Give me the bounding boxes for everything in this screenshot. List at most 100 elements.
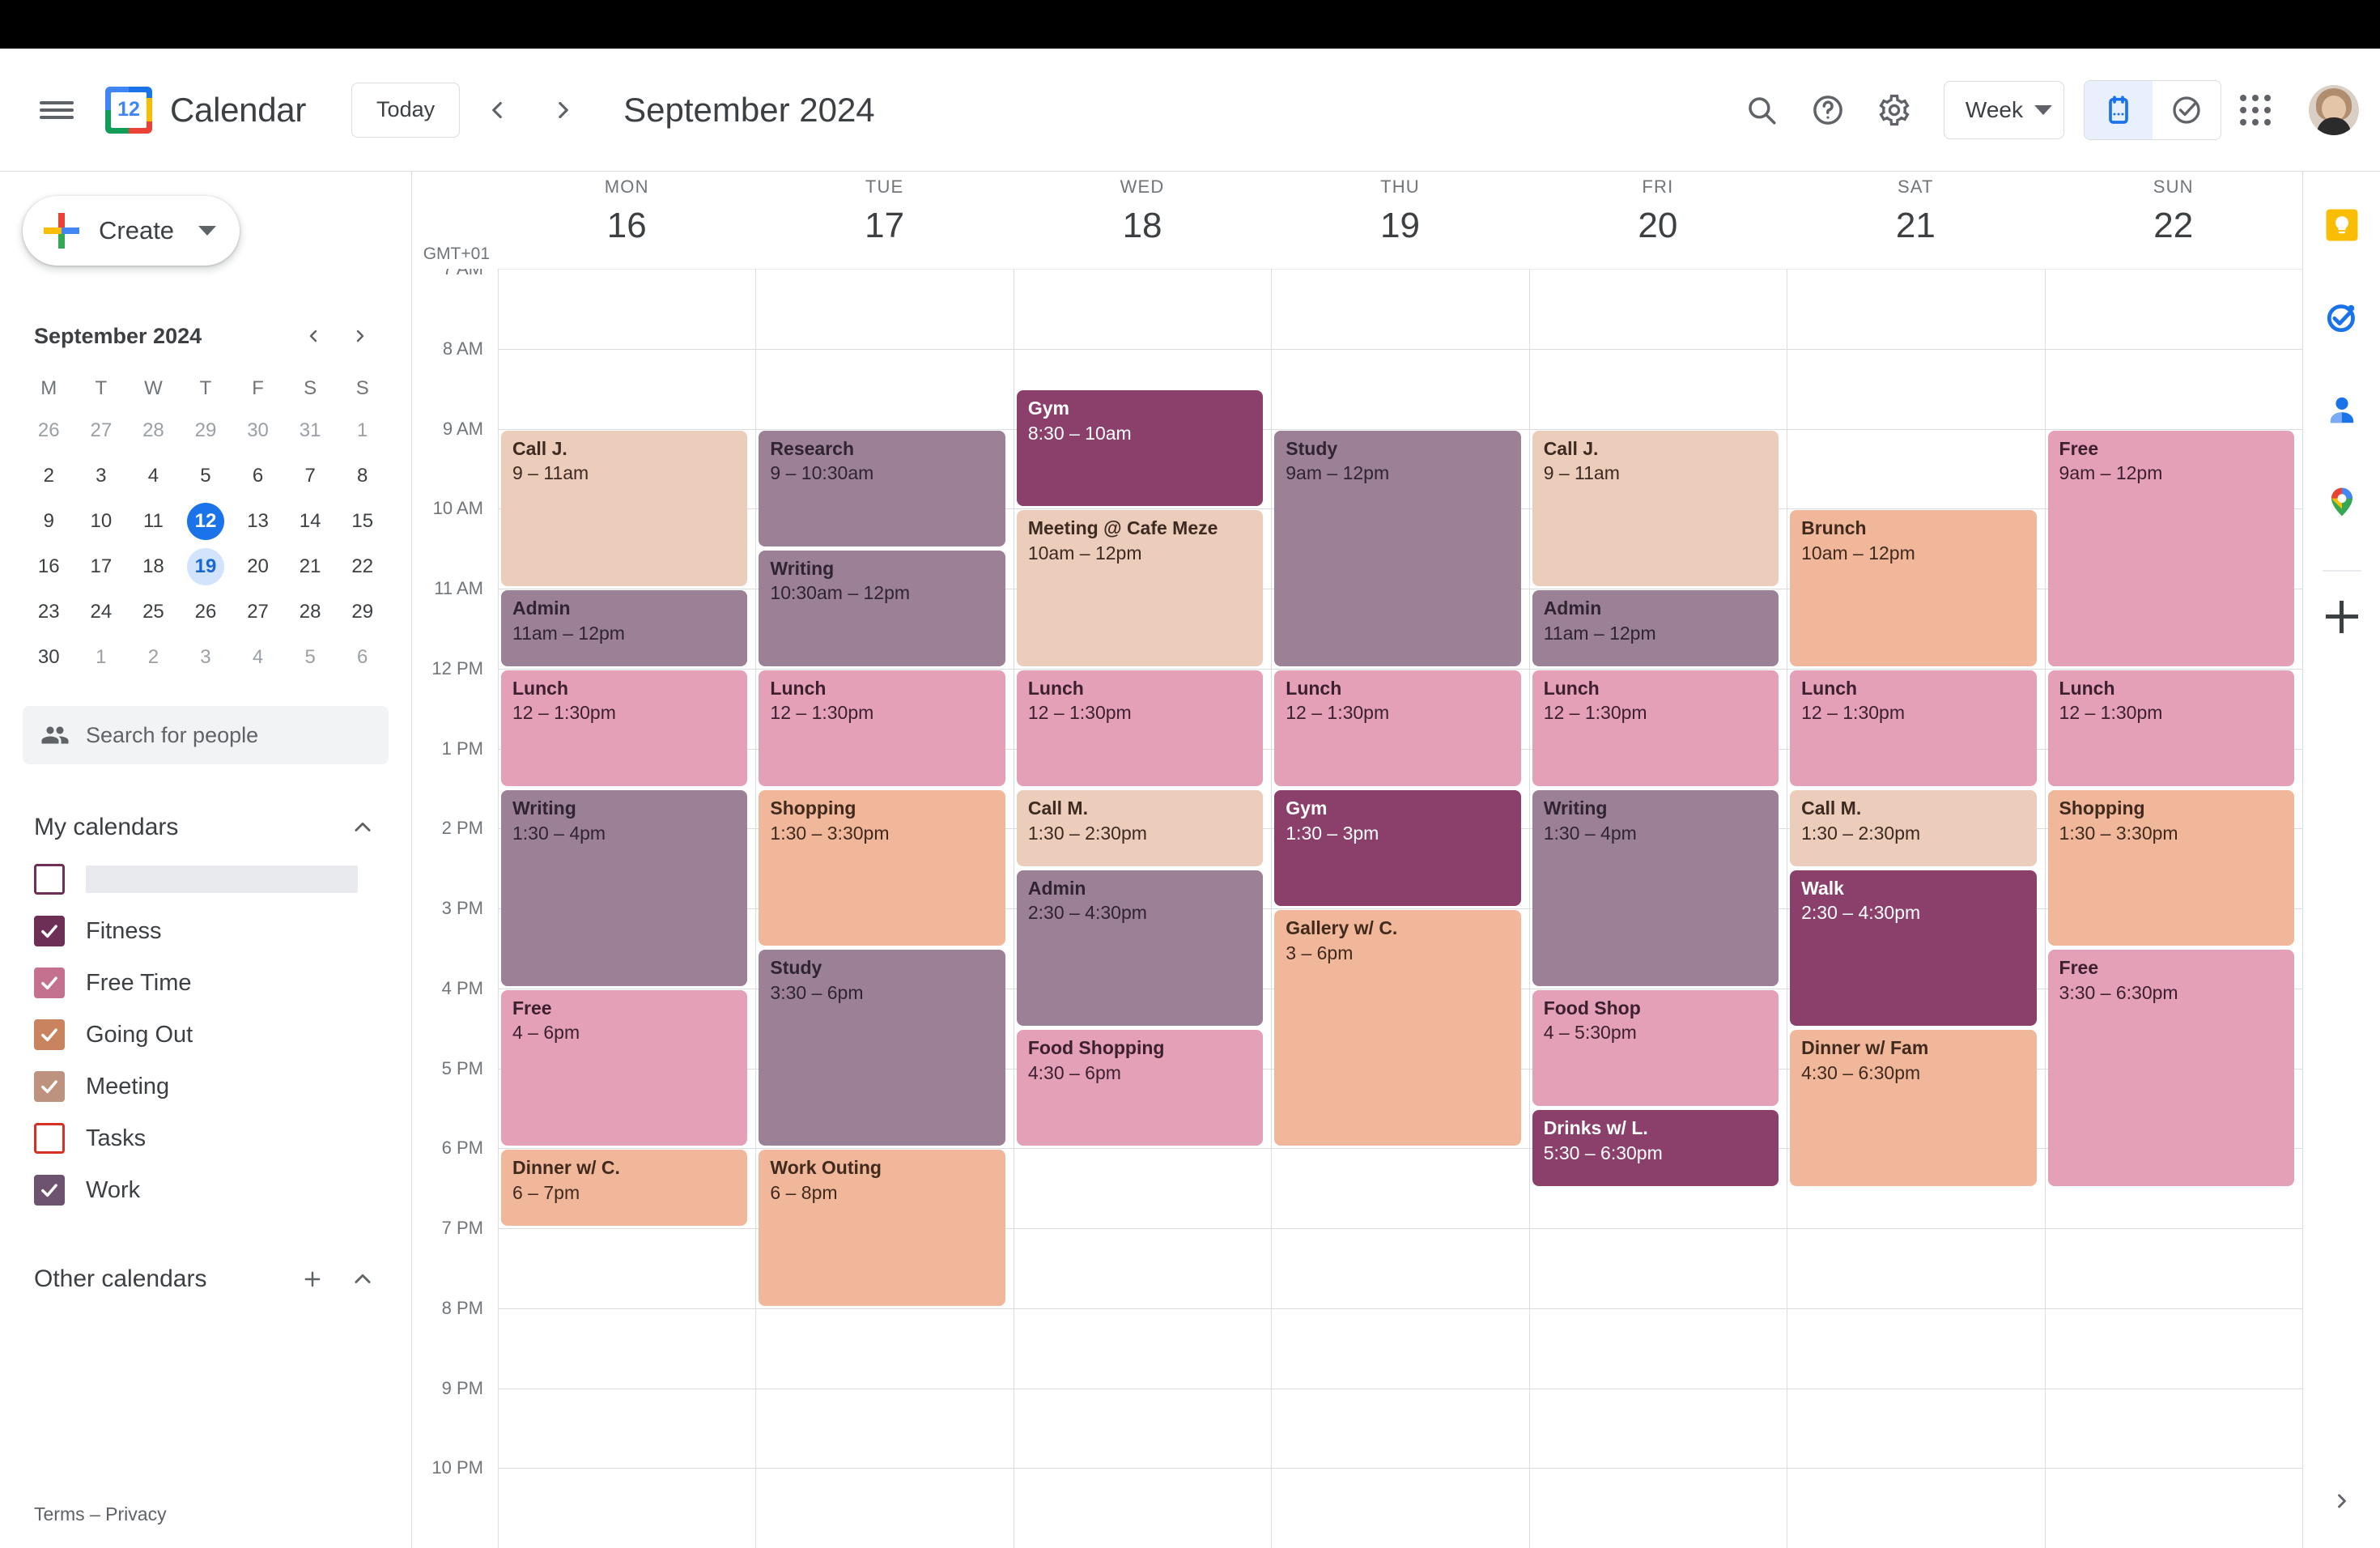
mini-calendar-day[interactable]: 12 <box>180 499 232 544</box>
mini-calendar-day[interactable]: 17 <box>75 544 128 589</box>
other-calendars-header[interactable]: Other calendars <box>23 1253 389 1305</box>
mini-calendar-day[interactable]: 29 <box>336 589 389 635</box>
calendar-event[interactable]: Call M. 1:30 – 2:30pm <box>1790 789 2037 866</box>
my-calendars-header[interactable]: My calendars <box>23 802 389 853</box>
calendar-event[interactable]: Admin 11am – 12pm <box>1532 590 1779 666</box>
mini-calendar-day[interactable]: 5 <box>180 453 232 499</box>
day-header[interactable]: SAT 21 <box>1787 172 2044 269</box>
calendar-event[interactable]: Walk 2:30 – 4:30pm <box>1790 870 2037 1027</box>
calendar-event[interactable]: Writing 1:30 – 4pm <box>501 789 748 986</box>
calendar-event[interactable]: Lunch 12 – 1:30pm <box>1274 670 1521 786</box>
mini-calendar-day[interactable]: 24 <box>75 589 128 635</box>
mini-calendar-day[interactable]: 16 <box>23 544 75 589</box>
calendar-event[interactable]: Writing 1:30 – 4pm <box>1532 789 1779 986</box>
calendar-checkbox[interactable] <box>34 1019 65 1050</box>
calendar-event[interactable]: Call J. 9 – 11am <box>501 430 748 586</box>
calendar-checkbox[interactable] <box>34 1071 65 1102</box>
mini-calendar-day[interactable]: 28 <box>284 589 337 635</box>
calendar-event[interactable]: Call M. 1:30 – 2:30pm <box>1016 789 1264 866</box>
calendar-checkbox[interactable] <box>34 1175 65 1206</box>
day-column[interactable]: Research 9 – 10:30am Writing 10:30am – 12pm… <box>755 269 1014 1548</box>
chevron-up-icon[interactable] <box>342 1258 384 1300</box>
mini-calendar-day[interactable]: 20 <box>232 544 284 589</box>
calendar-event[interactable]: Free 3:30 – 6:30pm <box>2047 950 2294 1186</box>
day-header[interactable]: TUE 17 <box>755 172 1013 269</box>
app-logo-title[interactable]: 12 Calendar <box>105 86 306 134</box>
mini-calendar-day[interactable]: 26 <box>180 589 232 635</box>
mini-calendar-day[interactable]: 6 <box>232 453 284 499</box>
mini-calendar-day[interactable]: 4 <box>232 635 284 680</box>
calendar-view-toggle[interactable] <box>2085 80 2153 139</box>
mini-calendar-day[interactable]: 26 <box>23 408 75 453</box>
calendar-event[interactable]: Dinner w/ C. 6 – 7pm <box>501 1150 748 1226</box>
view-selector[interactable]: Week <box>1943 80 2064 139</box>
calendar-list-item[interactable] <box>23 853 389 905</box>
mini-calendar-day[interactable]: 2 <box>127 635 180 680</box>
mini-calendar-day[interactable]: 13 <box>232 499 284 544</box>
calendar-event[interactable]: Admin 2:30 – 4:30pm <box>1016 870 1264 1027</box>
calendar-event[interactable]: Research 9 – 10:30am <box>759 430 1005 546</box>
calendar-checkbox[interactable] <box>34 916 65 946</box>
tasks-icon[interactable] <box>2313 288 2371 347</box>
mini-calendar-day[interactable]: 6 <box>336 635 389 680</box>
calendar-event[interactable]: Free 9am – 12pm <box>2047 430 2294 666</box>
calendar-event[interactable]: Shopping 1:30 – 3:30pm <box>759 789 1005 946</box>
day-column[interactable]: Free 9am – 12pm Lunch 12 – 1:30pm Shopping 1:… <box>2044 269 2302 1548</box>
mini-calendar-next-button[interactable] <box>338 314 382 358</box>
mini-calendar-day[interactable]: 3 <box>75 453 128 499</box>
calendar-event[interactable]: Lunch 12 – 1:30pm <box>1016 670 1264 786</box>
day-header[interactable]: THU 19 <box>1271 172 1528 269</box>
calendar-event[interactable]: Drinks w/ L. 5:30 – 6:30pm <box>1532 1109 1779 1186</box>
main-menu-button[interactable] <box>21 74 92 146</box>
calendar-list-item[interactable]: Meeting <box>23 1061 389 1112</box>
day-column[interactable]: Gym 8:30 – 10am Meeting @ Cafe Meze 10am – … <box>1013 269 1272 1548</box>
mini-calendar-day[interactable]: 31 <box>284 408 337 453</box>
previous-period-button[interactable] <box>468 81 526 139</box>
mini-calendar-day[interactable]: 8 <box>336 453 389 499</box>
calendar-event[interactable]: Food Shopping 4:30 – 6pm <box>1016 1030 1264 1146</box>
calendar-event[interactable]: Gym 1:30 – 3pm <box>1274 789 1521 906</box>
calendar-event[interactable]: Study 9am – 12pm <box>1274 430 1521 666</box>
mini-calendar-day[interactable]: 9 <box>23 499 75 544</box>
calendar-event[interactable]: Meeting @ Cafe Meze 10am – 12pm <box>1016 510 1264 666</box>
calendar-list-item[interactable]: Tasks <box>23 1112 389 1164</box>
mini-calendar-day[interactable]: 2 <box>23 453 75 499</box>
mini-calendar-day[interactable]: 1 <box>336 408 389 453</box>
calendar-event[interactable]: Free 4 – 6pm <box>501 989 748 1146</box>
calendar-grid-scroll[interactable]: 7 AM 8 AM 9 AM 10 AM 11 AM 12 PM 1 PM 2 PM 3 PM 4… <box>412 269 2302 1548</box>
mini-calendar-day[interactable]: 23 <box>23 589 75 635</box>
keep-icon[interactable] <box>2313 196 2371 254</box>
help-icon[interactable] <box>1795 77 1861 143</box>
mini-calendar-day[interactable]: 19 <box>180 544 232 589</box>
mini-calendar-day[interactable]: 7 <box>284 453 337 499</box>
calendar-event[interactable]: Gym 8:30 – 10am <box>1016 390 1264 507</box>
calendar-event[interactable]: Brunch 10am – 12pm <box>1790 510 2037 666</box>
mini-calendar-prev-button[interactable] <box>291 314 335 358</box>
mini-calendar-day[interactable]: 30 <box>232 408 284 453</box>
calendar-list-item[interactable]: Work <box>23 1164 389 1216</box>
chevron-up-icon[interactable] <box>342 806 384 848</box>
calendar-list-item[interactable]: Fitness <box>23 905 389 957</box>
day-column[interactable]: Study 9am – 12pm Lunch 12 – 1:30pm Gym 1:30 –… <box>1271 269 1529 1548</box>
day-header[interactable]: MON 16 <box>498 172 755 269</box>
create-button[interactable]: Create <box>23 196 240 266</box>
add-side-panel-app-button[interactable] <box>2325 601 2358 633</box>
mini-calendar-day[interactable]: 30 <box>23 635 75 680</box>
calendar-checkbox[interactable] <box>34 1123 65 1154</box>
mini-calendar-day[interactable]: 21 <box>284 544 337 589</box>
mini-calendar-day[interactable]: 3 <box>180 635 232 680</box>
add-other-calendar-button[interactable] <box>291 1258 334 1300</box>
mini-calendar-day[interactable]: 15 <box>336 499 389 544</box>
maps-icon[interactable] <box>2313 473 2371 531</box>
today-button[interactable]: Today <box>351 82 461 138</box>
calendar-list-item[interactable]: Free Time <box>23 957 389 1009</box>
calendar-checkbox[interactable] <box>34 968 65 998</box>
mini-calendar-day[interactable]: 11 <box>127 499 180 544</box>
day-column[interactable]: Brunch 10am – 12pm Lunch 12 – 1:30pm Call M.… <box>1787 269 2045 1548</box>
mini-calendar-day[interactable]: 22 <box>336 544 389 589</box>
day-header[interactable]: SUN 22 <box>2045 172 2302 269</box>
mini-calendar-day[interactable]: 27 <box>75 408 128 453</box>
avatar[interactable] <box>2309 84 2359 135</box>
calendar-event[interactable]: Lunch 12 – 1:30pm <box>2047 670 2294 786</box>
search-icon[interactable] <box>1728 77 1795 143</box>
